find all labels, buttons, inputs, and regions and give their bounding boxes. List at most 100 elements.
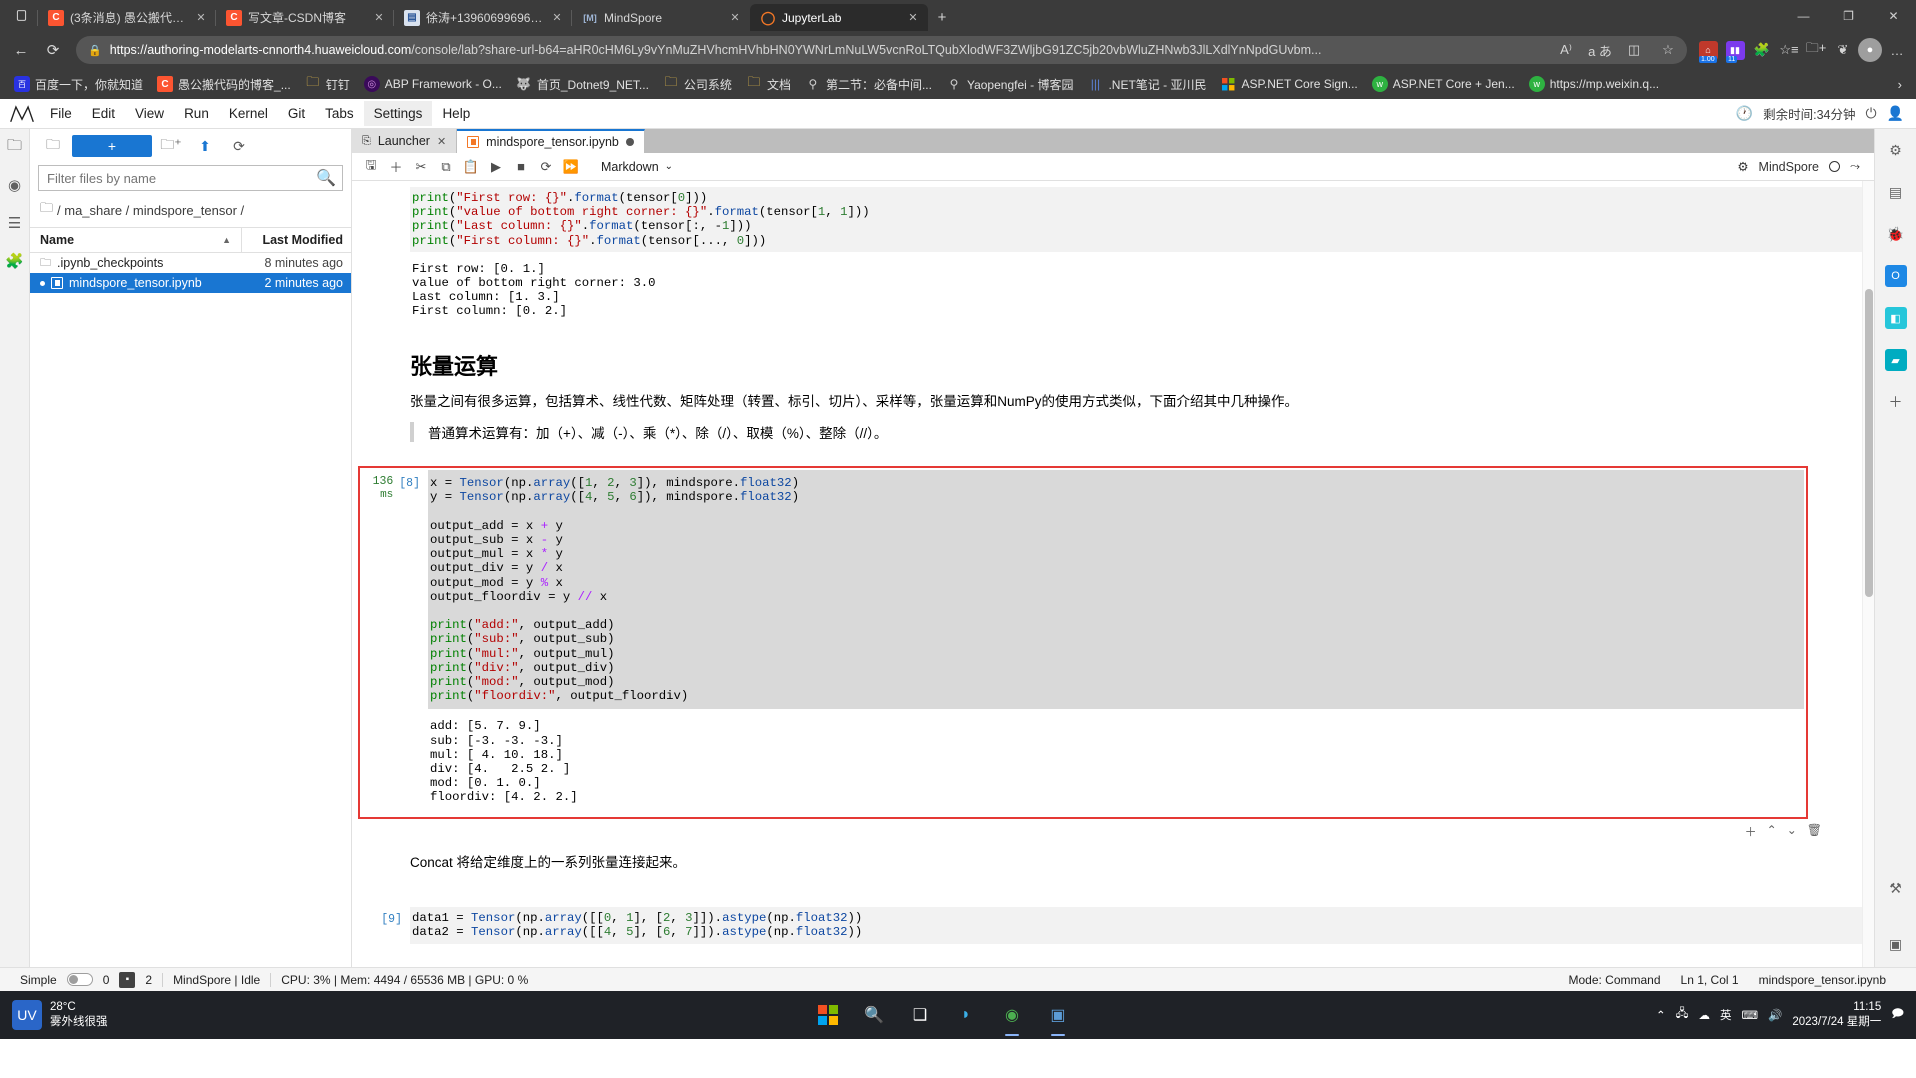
minimize-button[interactable]: — [1781,0,1826,31]
extension-purple-badge[interactable]: ▮▮ 11 [1722,37,1748,63]
move-down-icon[interactable]: ⌄ [1787,823,1797,840]
tab-launcher[interactable]: ⎘ Launcher ✕ [352,129,458,153]
extension-green-icon[interactable]: ❦ [1830,37,1856,63]
weather-widget[interactable]: UV 28°C 雾外线很强 [0,1000,230,1030]
task-view-icon[interactable]: ❑ [903,998,937,1032]
avatar[interactable]: ● [1857,37,1883,63]
bookmark-item[interactable]: ASP.NET Core Sign... [1214,73,1363,95]
notebook-cell-markdown-concat[interactable]: Concat 将给定维度上的一系列张量连接起来。 [352,848,1862,878]
browser-tab-0[interactable]: C (3条消息) 愚公搬代码_愚公系列- ✕ [37,4,216,31]
back-icon[interactable]: ← [6,35,36,65]
notebook-cell-markdown-heading[interactable]: 张量运算 张量之间有很多运算，包括算术、线性代数、矩阵处理（转置、标引、切片）、… [352,341,1862,453]
add-panel-icon[interactable]: ＋ [1883,389,1909,415]
puzzle-icon[interactable]: 🧩 [1749,37,1775,63]
cell-input-area[interactable]: data1 = Tensor(np.array([[0, 1], [2, 3]]… [410,907,1862,944]
menu-view[interactable]: View [125,101,174,126]
extensions-icon[interactable]: 🧩 [3,249,27,273]
cell-input-area[interactable]: print("First row: {}".format(tensor[0]))… [410,187,1862,252]
cell-input-area[interactable]: x = Tensor(np.array([1, 2, 3]), mindspor… [428,470,1804,710]
new-folder-icon[interactable]: 🗀⁺ [156,134,186,158]
menu-help[interactable]: Help [432,101,480,126]
browser-tab-2[interactable]: ▤ 徐涛+13960699696+产品体验评 ✕ [393,4,572,31]
restart-run-all-icon[interactable]: ⏩ [560,156,582,178]
bookmark-item[interactable]: ⚲ Yaopengfei - 博客园 [940,73,1080,96]
read-aloud-icon[interactable]: A⁾ [1553,37,1579,63]
unsaved-indicator-icon[interactable] [625,138,634,146]
delete-cell-icon[interactable]: 🗑 [1807,823,1822,840]
git-icon[interactable]: ▰ [1883,347,1909,373]
network-icon[interactable]: 🖧 [1676,1006,1689,1025]
stop-icon[interactable]: ■ [510,156,532,178]
close-icon[interactable]: ✕ [437,135,446,148]
split-screen-icon[interactable]: ◫ [1621,37,1647,63]
kernel-badge-icon[interactable]: ▪ [119,971,136,988]
toc-icon[interactable]: O [1883,263,1909,289]
cell-type-dropdown[interactable]: Markdown ⌄ [595,158,679,176]
folder-icon[interactable]: 🗀 [3,135,27,159]
status-count-1[interactable]: 2 [135,973,162,987]
browser-tab-1[interactable]: C 写文章-CSDN博客 ✕ [215,4,394,31]
tray-chevron-icon[interactable]: ⌃ [1656,1008,1666,1022]
favorite-star-icon[interactable]: ☆ [1655,37,1681,63]
refresh-icon[interactable]: ⟳ [224,134,254,158]
save-icon[interactable]: 🖫 [360,156,382,178]
close-icon[interactable]: ✕ [194,11,208,24]
share-icon[interactable]: ⤳ [1850,159,1860,174]
notebook-cell-9[interactable]: [9] data1 = Tensor(np.array([[0, 1], [2,… [352,907,1862,944]
maximize-button[interactable]: ❐ [1826,0,1871,31]
search-icon[interactable]: 🔍 [857,998,891,1032]
notebook-cell-8[interactable]: 136 ms [8] x = Tensor(np.array([1, 2, 3]… [362,470,1804,815]
cloud-icon[interactable]: ☁ [1698,1008,1710,1022]
menu-git[interactable]: Git [278,101,315,126]
column-header-modified[interactable]: Last Modified [241,228,351,252]
bookmark-item[interactable]: ◎ ABP Framework - O... [358,73,508,95]
menu-edit[interactable]: Edit [82,101,125,126]
clock-widget[interactable]: 11:15 2023/7/24 星期一 [1792,1000,1881,1030]
browser-tab-4-jupyterlab[interactable]: ◯ JupyterLab ✕ [750,4,928,31]
bookmark-item[interactable]: 🗀 钉钉 [299,73,356,96]
breadcrumb[interactable]: 🗀 / ma_share / mindspore_tensor / [30,197,351,227]
tab-search-icon[interactable] [4,0,38,31]
new-tab-button[interactable]: + [928,4,956,31]
upload-icon[interactable]: ⬆ [190,134,220,158]
simple-mode-toggle[interactable] [66,973,93,986]
notebook-scroll-area[interactable]: print("First row: {}".format(tensor[0]))… [352,181,1874,967]
bookmark-item[interactable]: C 愚公搬代码的博客_... [151,73,297,96]
add-cell-icon[interactable]: ＋ [1745,823,1757,840]
extension-red-badge[interactable]: ⌂ 1.00 [1695,37,1721,63]
bookmarks-overflow-icon[interactable]: › [1892,77,1908,92]
copy-icon[interactable]: ⧉ [435,156,457,178]
notebook-cell-previous[interactable]: print("First row: {}".format(tensor[0]))… [352,187,1862,323]
menu-file[interactable]: File [40,101,82,126]
terminal-icon[interactable]: ▣ [1883,931,1909,957]
collections-icon[interactable]: ☆≡ [1776,37,1802,63]
code-snippet-icon[interactable]: ◧ [1883,305,1909,331]
run-icon[interactable]: ▶ [485,156,507,178]
list-item[interactable]: 🗀 .ipynb_checkpoints 8 minutes ago [30,253,351,273]
column-header-name[interactable]: Name ▲ [30,228,241,252]
notification-icon[interactable]: 🗩 [1891,1006,1904,1025]
ime-label[interactable]: 英 [1720,1007,1732,1023]
commands-icon[interactable]: ☰ [3,211,27,235]
keyboard-icon[interactable]: ⌨ [1741,1008,1758,1022]
add-collection-icon[interactable]: 🗀+ [1803,37,1829,63]
close-window-button[interactable]: ✕ [1871,0,1916,31]
bookmark-item[interactable]: 🗀 文档 [740,73,797,96]
close-icon[interactable]: ✕ [728,11,742,24]
close-icon[interactable]: ✕ [550,11,564,24]
translate-icon[interactable]: a あ [1587,37,1613,63]
bookmark-item[interactable]: ||| .NET笔记 - 亚川民 [1081,73,1212,96]
browser-more-icon[interactable]: … [1884,37,1910,63]
bookmark-item[interactable]: 🐺 首页_Dotnet9_NET... [510,73,655,96]
menu-settings[interactable]: Settings [363,101,433,126]
close-icon[interactable]: ✕ [906,11,920,24]
property-inspector-icon[interactable]: ▤ [1883,179,1909,205]
list-item[interactable]: mindspore_tensor.ipynb 2 minutes ago [30,273,351,293]
filter-files-input[interactable] [45,169,317,187]
new-launcher-button[interactable]: + [72,135,152,157]
tools-icon[interactable]: ⚒ [1883,875,1909,901]
menu-kernel[interactable]: Kernel [219,101,278,126]
notebook-scrollbar[interactable] [1862,181,1874,967]
edge-icon[interactable]: ◗ [949,998,983,1032]
scrollbar-thumb[interactable] [1865,289,1873,597]
